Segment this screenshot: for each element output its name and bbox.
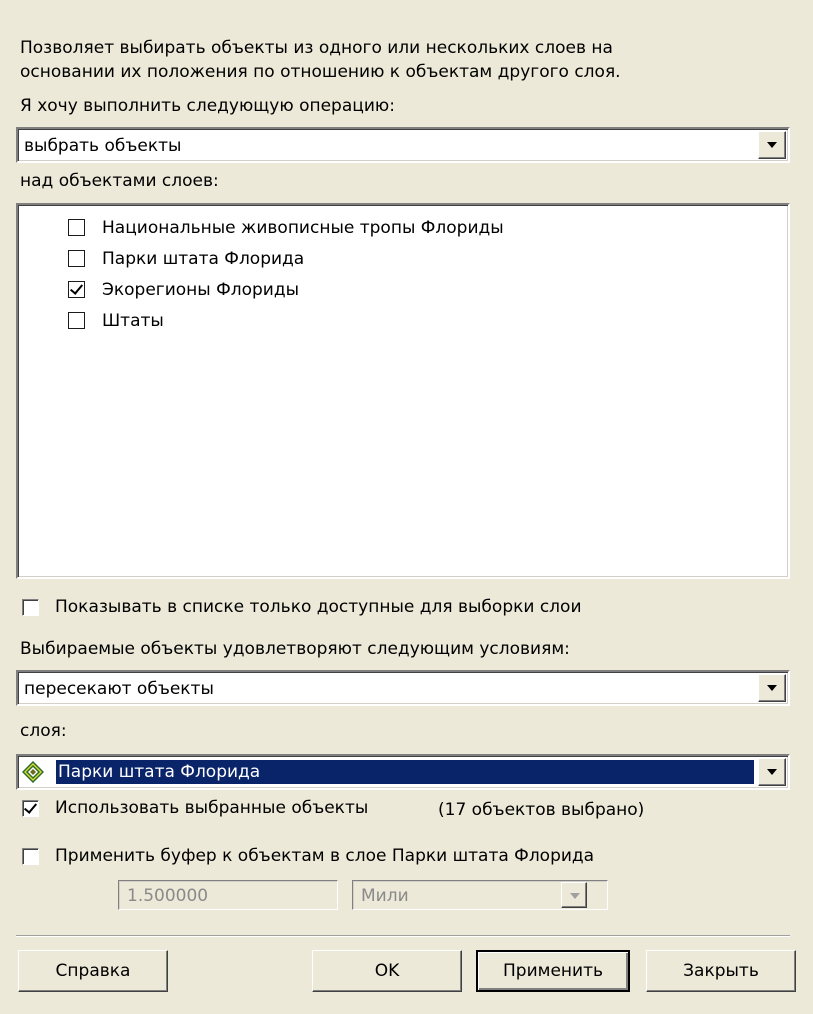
layer-checkbox[interactable] bbox=[68, 219, 85, 236]
chevron-down-icon[interactable] bbox=[758, 674, 786, 702]
layer-checkbox[interactable] bbox=[68, 281, 85, 298]
ok-button[interactable]: OK bbox=[312, 950, 462, 992]
chevron-down-icon[interactable] bbox=[758, 758, 786, 786]
source-layer-select[interactable]: Парки штата Флорида bbox=[16, 754, 790, 790]
condition-value: пересекают объекты bbox=[24, 679, 214, 699]
operation-label: Я хочу выполнить следующую операцию: bbox=[20, 96, 395, 116]
use-selected-label[interactable]: Использовать выбранные объекты bbox=[55, 797, 368, 819]
apply-buffer-checkbox[interactable] bbox=[22, 848, 39, 865]
apply-button[interactable]: Применить bbox=[476, 950, 630, 992]
show-selectable-only-checkbox[interactable] bbox=[22, 599, 39, 616]
source-layer-label: слоя: bbox=[20, 721, 67, 741]
buffer-distance-input[interactable]: 1.500000 bbox=[118, 880, 338, 910]
layer-checkbox[interactable] bbox=[68, 312, 85, 329]
show-selectable-only-label[interactable]: Показывать в списке только доступные для… bbox=[55, 596, 582, 618]
apply-buffer-label[interactable]: Применить буфер к объектам в слое Парки … bbox=[55, 845, 594, 867]
operation-value: выбрать объекты bbox=[24, 136, 182, 156]
layer-checkbox[interactable] bbox=[68, 250, 85, 267]
layer-label: Экорегионы Флориды bbox=[102, 280, 300, 300]
description-line-1: Позволяет выбирать объекты из одного или… bbox=[20, 38, 613, 58]
layer-label: Национальные живописные тропы Флориды bbox=[102, 218, 504, 238]
description-line-2: основании их положения по отношению к об… bbox=[20, 62, 621, 82]
polygon-layer-icon bbox=[22, 761, 44, 783]
divider bbox=[16, 935, 790, 937]
buffer-units-select[interactable]: Мили bbox=[352, 880, 608, 910]
chevron-down-icon[interactable] bbox=[561, 882, 587, 908]
buffer-units-value: Мили bbox=[361, 886, 409, 906]
target-layers-label: над объектами слоев: bbox=[20, 171, 219, 191]
operation-select[interactable]: выбрать объекты bbox=[16, 127, 790, 163]
selected-count: (17 объектов выбрано) bbox=[438, 800, 645, 820]
use-selected-checkbox[interactable] bbox=[22, 800, 39, 817]
source-layer-value: Парки штата Флорида bbox=[56, 760, 754, 784]
condition-label: Выбираемые объекты удовлетворяют следующ… bbox=[20, 639, 570, 659]
help-button[interactable]: Справка bbox=[18, 950, 168, 992]
layer-label: Парки штата Флорида bbox=[102, 249, 305, 269]
target-layers-list[interactable]: Национальные живописные тропы Флориды Па… bbox=[16, 203, 790, 579]
spatial-condition-select[interactable]: пересекают объекты bbox=[16, 670, 790, 706]
buffer-distance-value: 1.500000 bbox=[127, 886, 209, 906]
layer-label: Штаты bbox=[102, 311, 164, 331]
close-button[interactable]: Закрыть bbox=[646, 950, 796, 992]
chevron-down-icon[interactable] bbox=[758, 131, 786, 159]
